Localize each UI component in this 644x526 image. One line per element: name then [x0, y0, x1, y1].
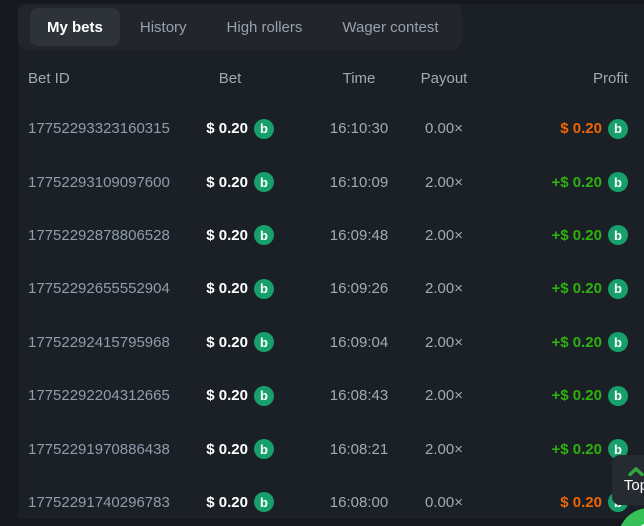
bet-time: 16:09:48	[304, 227, 414, 244]
header-bet-id: Bet ID	[18, 70, 186, 87]
bet-profit: +$ 0.20 b	[474, 172, 644, 192]
profit-value: +$ 0.20	[552, 441, 602, 458]
bet-id: 17752293109097600	[18, 174, 186, 191]
coin-icon: b	[254, 386, 274, 406]
table-row[interactable]: 17752293109097600 $ 0.20 b 16:10:09 2.00…	[18, 155, 644, 208]
bet-payout: 0.00×	[414, 494, 474, 511]
bets-tabbar: My bets History High rollers Wager conte…	[18, 4, 462, 50]
bet-value: $ 0.20	[206, 280, 248, 297]
bet-profit: +$ 0.20 b	[474, 386, 644, 406]
coin-icon: b	[608, 386, 628, 406]
tab-wager-contest[interactable]: Wager contest	[322, 8, 458, 46]
coin-icon: b	[608, 332, 628, 352]
coin-icon: b	[254, 439, 274, 459]
table-row[interactable]: 17752292204312665 $ 0.20 b 16:08:43 2.00…	[18, 369, 644, 422]
bet-payout: 2.00×	[414, 227, 474, 244]
bet-payout: 2.00×	[414, 174, 474, 191]
table-row[interactable]: 17752292415795968 $ 0.20 b 16:09:04 2.00…	[18, 316, 644, 369]
bet-time: 16:08:21	[304, 441, 414, 458]
up-chevron-icon	[628, 467, 644, 476]
table-row[interactable]: 17752293323160315 $ 0.20 b 16:10:30 0.00…	[18, 102, 644, 155]
bet-id: 17752293323160315	[18, 120, 186, 137]
bet-amount: $ 0.20 b	[186, 386, 274, 406]
profit-value: $ 0.20	[560, 120, 602, 137]
scroll-to-top-label: Top	[624, 477, 644, 494]
bet-profit: +$ 0.20 b	[474, 332, 644, 352]
bets-panel: My bets History High rollers Wager conte…	[18, 4, 644, 519]
coin-icon: b	[608, 172, 628, 192]
bet-value: $ 0.20	[206, 227, 248, 244]
bet-amount: $ 0.20 b	[186, 492, 274, 512]
bet-payout: 0.00×	[414, 120, 474, 137]
profit-value: +$ 0.20	[552, 174, 602, 191]
bet-amount: $ 0.20 b	[186, 439, 274, 459]
header-bet: Bet	[186, 70, 274, 87]
table-body: 17752293323160315 $ 0.20 b 16:10:30 0.00…	[18, 92, 644, 526]
bet-time: 16:10:30	[304, 120, 414, 137]
bet-payout: 2.00×	[414, 387, 474, 404]
bet-amount: $ 0.20 b	[186, 279, 274, 299]
profit-value: $ 0.20	[560, 494, 602, 511]
bet-value: $ 0.20	[206, 120, 248, 137]
bet-amount: $ 0.20 b	[186, 332, 274, 352]
bet-payout: 2.00×	[414, 280, 474, 297]
header-profit: Profit	[474, 70, 644, 87]
table-header-row: Bet ID Bet Time Payout Profit	[18, 50, 644, 92]
profit-value: +$ 0.20	[552, 227, 602, 244]
bet-id: 17752292878806528	[18, 227, 186, 244]
bet-time: 16:09:26	[304, 280, 414, 297]
bet-time: 16:08:00	[304, 494, 414, 511]
coin-icon: b	[254, 332, 274, 352]
table-row[interactable]: 17752291970886438 $ 0.20 b 16:08:21 2.00…	[18, 422, 644, 475]
profit-value: +$ 0.20	[552, 334, 602, 351]
coin-icon: b	[254, 225, 274, 245]
header-payout: Payout	[414, 70, 474, 87]
tab-high-rollers[interactable]: High rollers	[207, 8, 323, 46]
coin-icon: b	[254, 172, 274, 192]
scroll-to-top-button[interactable]: Top	[612, 455, 644, 505]
bet-amount: $ 0.20 b	[186, 172, 274, 192]
bet-value: $ 0.20	[206, 441, 248, 458]
bet-payout: 2.00×	[414, 441, 474, 458]
tab-history[interactable]: History	[120, 8, 207, 46]
bet-id: 17752291740296783	[18, 494, 186, 511]
bet-value: $ 0.20	[206, 494, 248, 511]
profit-value: +$ 0.20	[552, 387, 602, 404]
bet-profit: +$ 0.20 b	[474, 279, 644, 299]
profit-value: +$ 0.20	[552, 280, 602, 297]
bet-id: 17752292415795968	[18, 334, 186, 351]
bet-value: $ 0.20	[206, 334, 248, 351]
bet-value: $ 0.20	[206, 174, 248, 191]
coin-icon: b	[254, 119, 274, 139]
bet-time: 16:08:43	[304, 387, 414, 404]
coin-icon: b	[254, 492, 274, 512]
tab-my-bets[interactable]: My bets	[30, 8, 120, 46]
bet-id: 17752292655552904	[18, 280, 186, 297]
table-row[interactable]: 17752292878806528 $ 0.20 b 16:09:48 2.00…	[18, 209, 644, 262]
bet-id: 17752292204312665	[18, 387, 186, 404]
bet-profit: +$ 0.20 b	[474, 225, 644, 245]
bet-amount: $ 0.20 b	[186, 119, 274, 139]
coin-icon: b	[608, 119, 628, 139]
coin-icon: b	[608, 225, 628, 245]
table-row[interactable]: 17752291740296783 $ 0.20 b 16:08:00 0.00…	[18, 476, 644, 526]
bet-profit: $ 0.20 b	[474, 119, 644, 139]
bet-amount: $ 0.20 b	[186, 225, 274, 245]
coin-icon: b	[608, 279, 628, 299]
bet-value: $ 0.20	[206, 387, 248, 404]
table-row[interactable]: 17752292655552904 $ 0.20 b 16:09:26 2.00…	[18, 262, 644, 315]
bet-payout: 2.00×	[414, 334, 474, 351]
bet-time: 16:09:04	[304, 334, 414, 351]
coin-icon: b	[254, 279, 274, 299]
bet-time: 16:10:09	[304, 174, 414, 191]
header-time: Time	[304, 70, 414, 87]
bet-id: 17752291970886438	[18, 441, 186, 458]
